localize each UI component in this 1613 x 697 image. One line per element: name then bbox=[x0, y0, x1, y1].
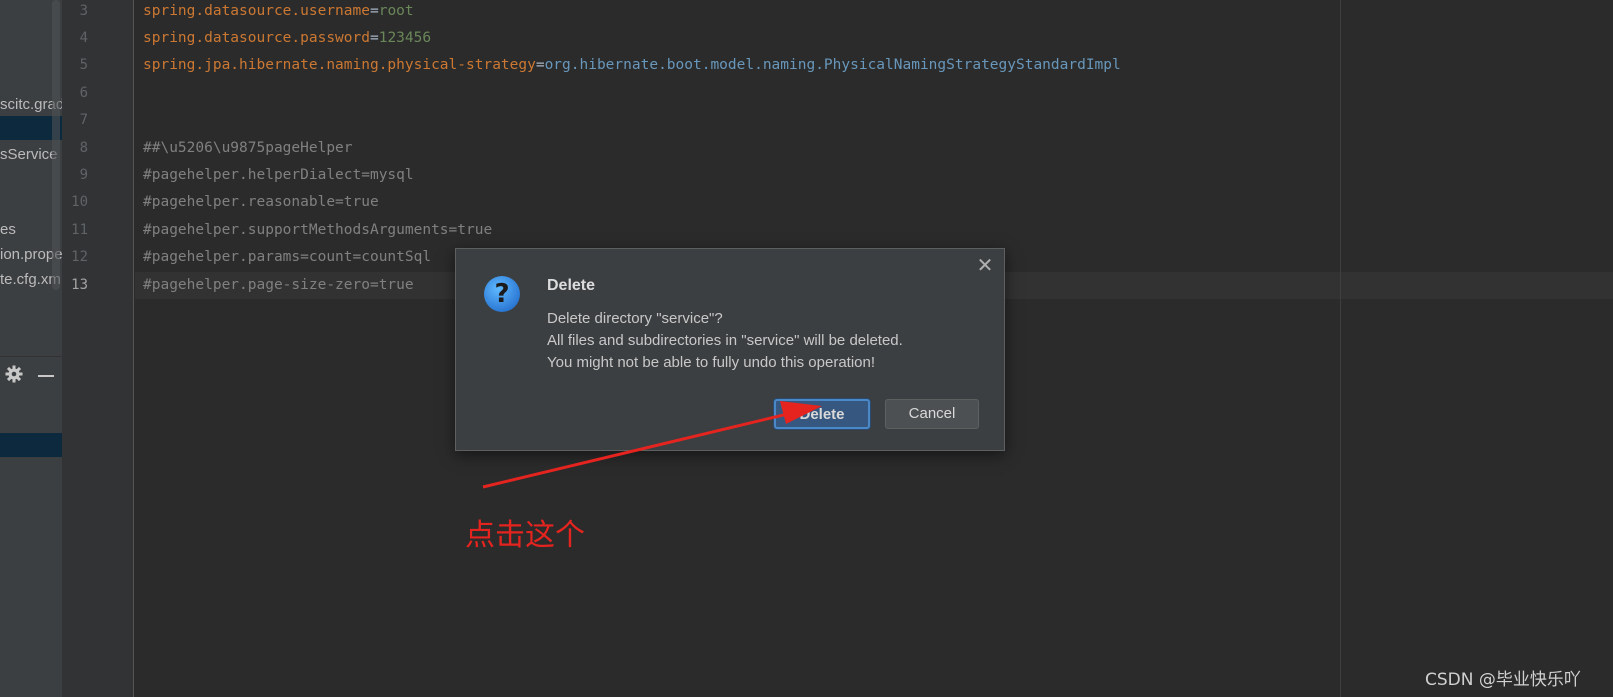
property-value: root bbox=[378, 3, 414, 19]
line-number: 6 bbox=[79, 85, 88, 101]
dialog-message: All files and subdirectories in "service… bbox=[547, 332, 903, 349]
property-key: spring.datasource.username bbox=[143, 3, 370, 19]
dialog-message: You might not be able to fully undo this… bbox=[547, 354, 876, 371]
panel-divider bbox=[0, 356, 62, 357]
line-number: 9 bbox=[79, 167, 88, 183]
line-number: 11 bbox=[71, 222, 88, 238]
comment-line[interactable]: ##\u5206\u9875pageHelper bbox=[143, 140, 353, 156]
line-number: 7 bbox=[79, 112, 88, 128]
delete-dialog: ✕ ? Delete Delete directory "service"? A… bbox=[455, 248, 1005, 451]
project-panel: scitc.grad sService es ion.prope te.cfg.… bbox=[0, 0, 62, 697]
gear-icon[interactable] bbox=[4, 364, 24, 384]
line-number: 5 bbox=[79, 57, 88, 73]
line-number: 3 bbox=[79, 3, 88, 19]
comment-line[interactable]: #pagehelper.page-size-zero=true bbox=[143, 277, 414, 293]
line-number: 8 bbox=[79, 140, 88, 156]
project-scrollbar[interactable] bbox=[52, 0, 60, 290]
property-key: spring.jpa.hibernate.naming.physical-str… bbox=[143, 57, 536, 73]
line-number: 4 bbox=[79, 30, 88, 46]
dialog-message: Delete directory "service"? bbox=[547, 310, 723, 327]
selected-row[interactable] bbox=[0, 433, 62, 457]
close-icon[interactable]: ✕ bbox=[976, 256, 994, 276]
comment-line[interactable]: #pagehelper.helperDialect=mysql bbox=[143, 167, 414, 183]
property-value: 123456 bbox=[378, 30, 432, 46]
tree-item[interactable]: sService bbox=[0, 146, 58, 163]
code-line[interactable]: spring.jpa.hibernate.naming.physical-str… bbox=[143, 57, 1121, 73]
code-line[interactable]: spring.datasource.password=123456 bbox=[143, 30, 431, 46]
property-value: org.hibernate.boot.model.naming.Physical… bbox=[544, 57, 1121, 73]
tree-item[interactable]: es bbox=[0, 221, 16, 238]
cancel-button[interactable]: Cancel bbox=[885, 399, 979, 429]
equals-sign: = bbox=[369, 3, 379, 19]
dialog-title: Delete bbox=[547, 277, 596, 294]
line-gutter: 3 4 5 6 7 8 9 10 11 12 13 bbox=[62, 0, 134, 697]
annotation-text: 点击这个 bbox=[465, 518, 585, 553]
right-margin-guide bbox=[1340, 0, 1341, 697]
code-line[interactable]: spring.datasource.username=root bbox=[143, 3, 414, 19]
minimize-icon[interactable] bbox=[38, 375, 54, 377]
equals-sign: = bbox=[369, 30, 379, 46]
delete-button[interactable]: Delete bbox=[774, 399, 870, 429]
line-number: 12 bbox=[71, 249, 88, 265]
equals-sign: = bbox=[535, 57, 545, 73]
comment-line[interactable]: #pagehelper.params=count=countSql bbox=[143, 249, 431, 265]
property-key: spring.datasource.password bbox=[143, 30, 370, 46]
watermark: CSDN @毕业快乐吖 bbox=[1425, 670, 1581, 690]
line-number: 10 bbox=[71, 194, 88, 210]
comment-line[interactable]: #pagehelper.supportMethodsArguments=true bbox=[143, 222, 492, 238]
question-icon: ? bbox=[484, 276, 520, 312]
comment-line[interactable]: #pagehelper.reasonable=true bbox=[143, 194, 379, 210]
current-line-number: 13 bbox=[71, 277, 88, 293]
